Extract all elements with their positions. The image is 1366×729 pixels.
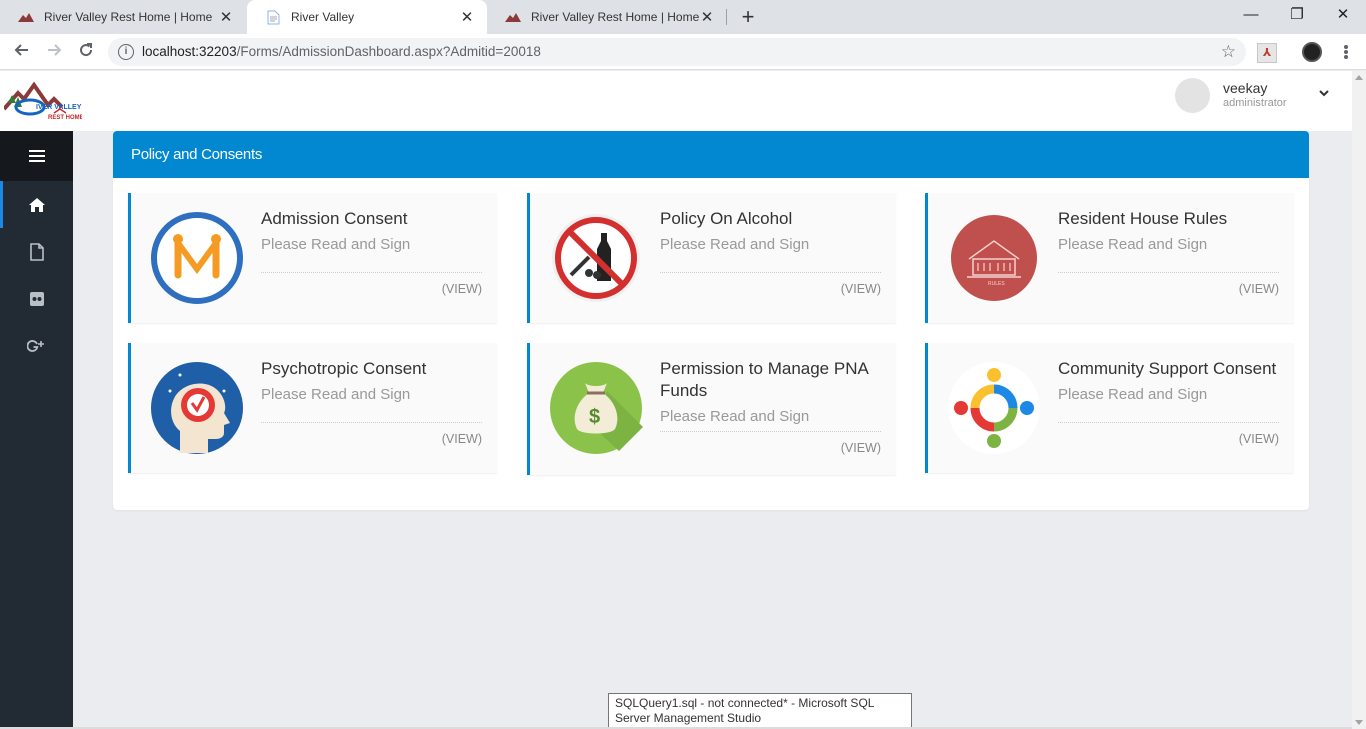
chevron-down-icon[interactable] [1318, 85, 1330, 101]
app-header: IVER VALLEY REST HOME veekay administrat… [0, 71, 1352, 131]
forward-button[interactable] [40, 38, 68, 66]
house-rules-icon: RULES [947, 211, 1041, 305]
svg-text:RULES: RULES [988, 281, 1005, 287]
svg-text:$: $ [589, 406, 600, 428]
card-title[interactable]: Permission to Manage PNA Funds [660, 358, 882, 402]
card-psychotropic-consent[interactable]: Psychotropic Consent Please Read and Sig… [128, 343, 497, 473]
hamburger-icon [28, 150, 45, 162]
reload-button[interactable] [72, 38, 100, 66]
view-link[interactable]: (VIEW) [841, 441, 881, 455]
page-favicon-icon [265, 9, 281, 25]
card-subtitle: Please Read and Sign [660, 408, 810, 425]
card-policy-on-alcohol[interactable]: Policy On Alcohol Please Read and Sign (… [527, 193, 896, 323]
browser-tab-strip: River Valley Rest Home | Home ✕ River Va… [0, 0, 1366, 34]
no-alcohol-icon [549, 211, 643, 305]
page-scrollbar[interactable] [1352, 71, 1366, 729]
browser-tab-3[interactable]: River Valley Rest Home | Home ✕ [487, 0, 727, 34]
card-subtitle: Please Read and Sign [1058, 386, 1208, 403]
sidebar-item-home[interactable] [0, 181, 73, 228]
sidebar [0, 131, 73, 729]
user-avatar[interactable] [1175, 78, 1210, 113]
card-divider [261, 272, 482, 273]
card-subtitle: Please Read and Sign [261, 236, 411, 253]
address-bar[interactable]: i localhost:32203/Forms/AdmissionDashboa… [108, 38, 1246, 66]
browser-tab-2-active[interactable]: River Valley ✕ [247, 0, 487, 34]
browser-tab-1[interactable]: River Valley Rest Home | Home ✕ [0, 0, 246, 34]
card-subtitle: Please Read and Sign [1058, 236, 1208, 253]
sidebar-menu-toggle[interactable] [0, 131, 73, 181]
browser-toolbar: i localhost:32203/Forms/AdmissionDashboa… [0, 34, 1366, 70]
svg-text:REST HOME: REST HOME [48, 115, 82, 121]
card-permission-manage-pna-funds[interactable]: $ Permission to Manage PNA Funds Please … [527, 343, 896, 475]
view-link[interactable]: (VIEW) [1239, 282, 1279, 296]
card-divider [1058, 422, 1279, 423]
scroll-down-arrow-icon[interactable] [1355, 720, 1363, 725]
admission-consent-icon [150, 211, 244, 305]
card-subtitle: Please Read and Sign [660, 236, 810, 253]
view-link[interactable]: (VIEW) [442, 432, 482, 446]
card-resident-house-rules[interactable]: RULES Resident House Rules Please Read a… [925, 193, 1294, 323]
card-divider [660, 431, 881, 432]
pdf-extension-icon[interactable]: ⅄ [1257, 43, 1277, 63]
new-tab-button[interactable]: + [736, 4, 760, 30]
tab-title: River Valley [291, 10, 355, 24]
panel-title: Policy and Consents [113, 131, 1309, 178]
flickr-icon [29, 291, 44, 306]
mountain-favicon-icon [505, 9, 521, 25]
tab-close-icon[interactable]: ✕ [699, 8, 715, 26]
tab-separator [726, 9, 727, 25]
card-subtitle: Please Read and Sign [261, 386, 411, 403]
card-title[interactable]: Resident House Rules [1058, 208, 1280, 230]
back-button[interactable] [8, 38, 36, 66]
policy-consents-panel: Policy and Consents Admission Consent Pl… [113, 131, 1309, 510]
taskbar-tooltip: SQLQuery1.sql - not connected* - Microso… [608, 693, 912, 729]
card-divider [261, 422, 482, 423]
view-link[interactable]: (VIEW) [442, 282, 482, 296]
card-community-support-consent[interactable]: Community Support Consent Please Read an… [925, 343, 1294, 473]
psychotropic-head-icon [150, 361, 244, 455]
river-valley-logo[interactable]: IVER VALLEY REST HOME [2, 79, 84, 127]
google-plus-icon [26, 339, 44, 352]
site-info-icon[interactable]: i [118, 44, 134, 60]
tab-close-icon[interactable]: ✕ [459, 8, 475, 26]
mountain-favicon-icon [18, 9, 34, 25]
forward-arrow-icon [48, 44, 62, 56]
sidebar-item-flickr[interactable] [0, 275, 73, 322]
home-icon [28, 197, 45, 212]
card-divider [660, 272, 881, 273]
card-title[interactable]: Psychotropic Consent [261, 358, 483, 380]
user-role: administrator [1223, 97, 1287, 109]
view-link[interactable]: (VIEW) [841, 282, 881, 296]
bookmark-star-icon[interactable]: ☆ [1221, 38, 1236, 66]
address-url[interactable]: localhost:32203/Forms/AdmissionDashboard… [142, 38, 541, 66]
view-link[interactable]: (VIEW) [1239, 432, 1279, 446]
card-title[interactable]: Admission Consent [261, 208, 483, 230]
file-icon [29, 242, 44, 261]
tab-close-icon[interactable]: ✕ [218, 8, 234, 26]
profile-avatar-icon[interactable] [1302, 42, 1322, 62]
url-path: /Forms/AdmissionDashboard.aspx?Admitid=2… [236, 44, 541, 59]
card-divider [1058, 272, 1279, 273]
money-bag-icon: $ [549, 361, 643, 455]
back-arrow-icon [14, 44, 28, 56]
minimize-button[interactable]: — [1228, 0, 1274, 30]
browser-menu-icon[interactable] [1336, 42, 1356, 62]
card-admission-consent[interactable]: Admission Consent Please Read and Sign (… [128, 193, 497, 323]
close-window-button[interactable]: ✕ [1320, 0, 1366, 30]
tab-title: River Valley Rest Home | Home [531, 10, 699, 24]
url-host: localhost:32203 [142, 44, 237, 59]
tab-title: River Valley Rest Home | Home [44, 10, 213, 24]
sidebar-item-documents[interactable] [0, 228, 73, 275]
scroll-up-arrow-icon[interactable] [1355, 75, 1363, 80]
user-name[interactable]: veekay [1223, 80, 1267, 96]
maximize-button[interactable]: ❐ [1274, 0, 1320, 30]
sidebar-item-google-plus[interactable] [0, 322, 73, 369]
card-title[interactable]: Community Support Consent [1058, 358, 1280, 380]
reload-icon [80, 43, 93, 57]
community-circle-icon [947, 361, 1041, 455]
card-title[interactable]: Policy On Alcohol [660, 208, 882, 230]
